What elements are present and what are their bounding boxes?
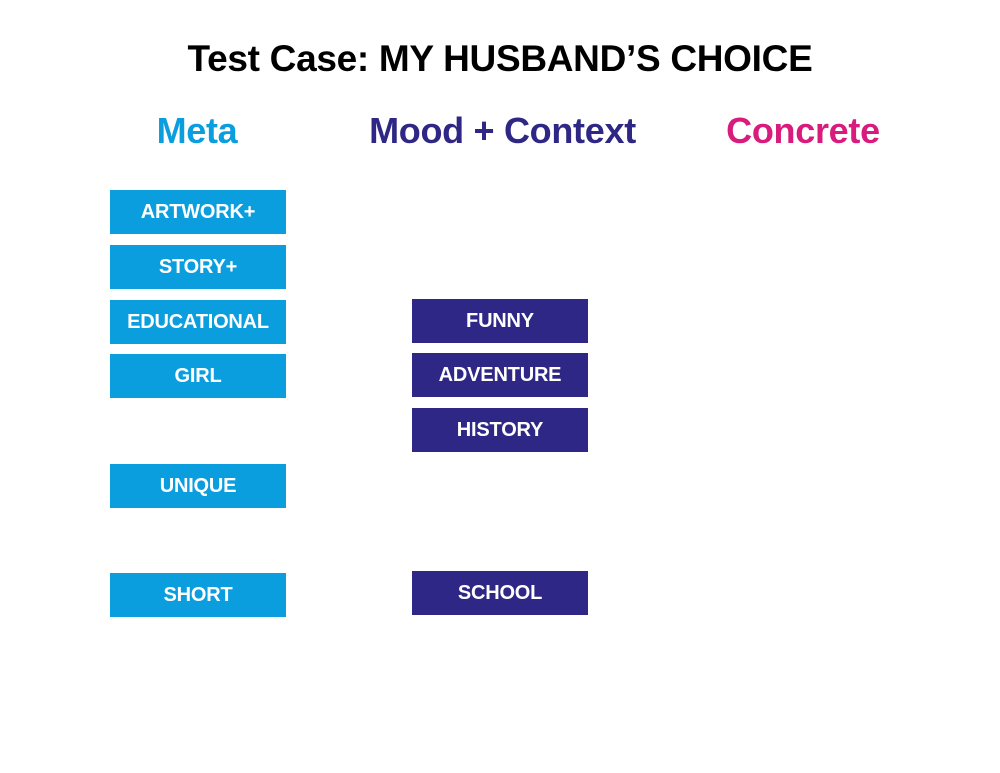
meta-tag-unique: UNIQUE bbox=[110, 464, 286, 508]
column-header-meta: Meta bbox=[156, 110, 238, 151]
column-header-mood-context: Mood + Context bbox=[369, 110, 636, 151]
page-title: Test Case: MY HUSBAND’S CHOICE bbox=[187, 38, 813, 79]
column-header-concrete: Concrete bbox=[726, 110, 880, 151]
mood-tag-funny: FUNNY bbox=[412, 299, 588, 343]
meta-tag-short: SHORT bbox=[110, 573, 286, 617]
mood-tag-history: HISTORY bbox=[412, 408, 588, 452]
meta-tag-story: STORY+ bbox=[110, 245, 286, 289]
meta-tag-educational: EDUCATIONAL bbox=[110, 300, 286, 344]
mood-tag-school: SCHOOL bbox=[412, 571, 588, 615]
meta-tag-girl: GIRL bbox=[110, 354, 286, 398]
meta-tag-artwork: ARTWORK+ bbox=[110, 190, 286, 234]
mood-tag-adventure: ADVENTURE bbox=[412, 353, 588, 397]
